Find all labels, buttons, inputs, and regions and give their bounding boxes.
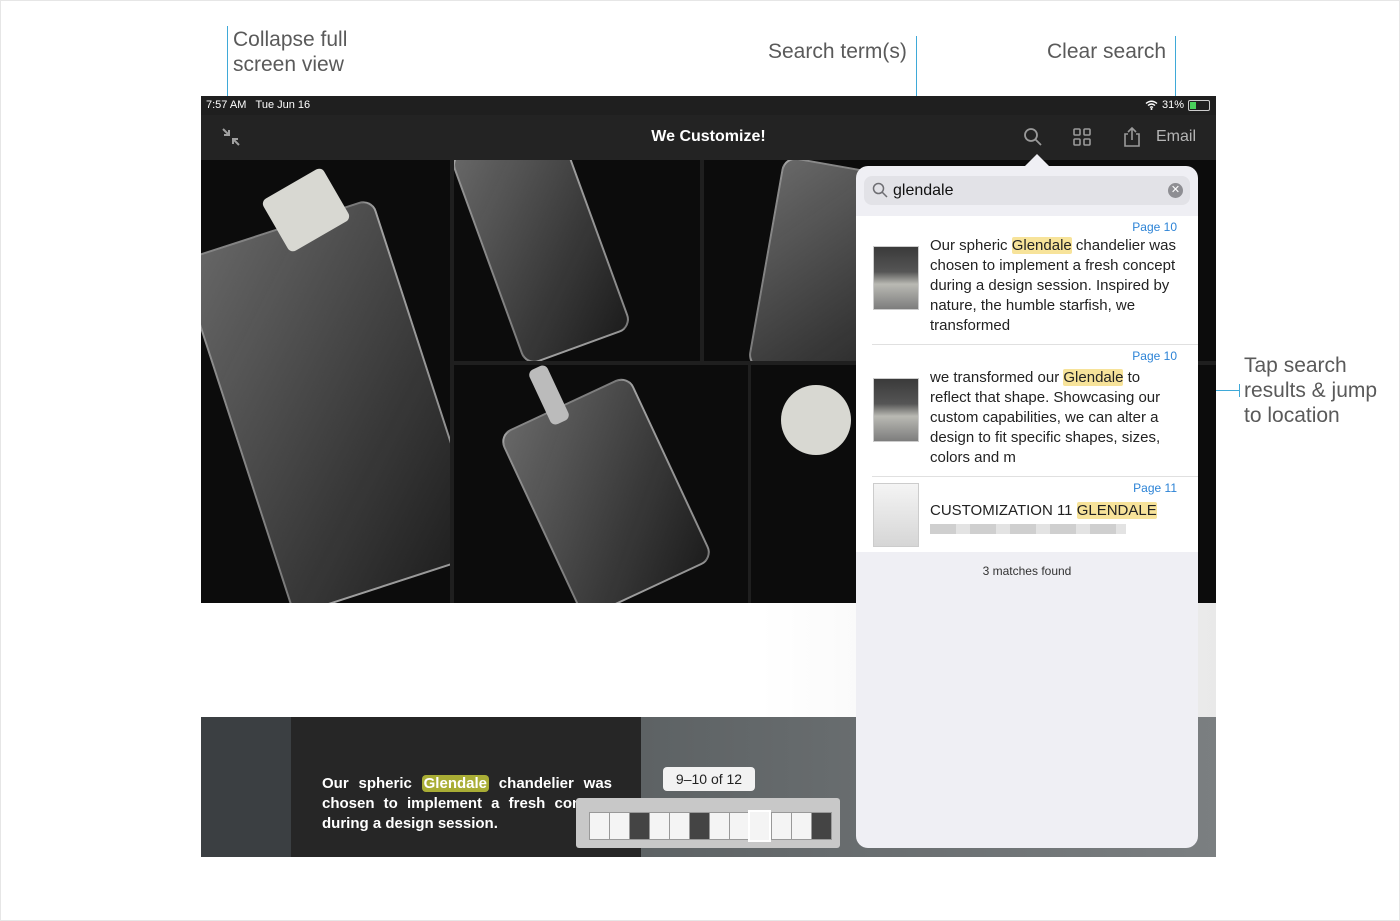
page-thumbnail[interactable] xyxy=(669,812,690,840)
page-thumbnail[interactable] xyxy=(689,812,710,840)
page-thumbnail[interactable] xyxy=(589,812,610,840)
page-thumbnail[interactable] xyxy=(649,812,670,840)
battery-percent: 31% xyxy=(1161,99,1184,111)
ipad-screen: 7:57 AM Tue Jun 16 31% We Customize! Ema… xyxy=(201,96,1216,857)
page-thumbnail[interactable] xyxy=(629,812,650,840)
clear-search-icon[interactable]: ✕ xyxy=(1168,183,1183,198)
status-time-date: 7:57 AM Tue Jun 16 xyxy=(206,99,310,111)
page-thumbnail[interactable] xyxy=(709,812,730,840)
annotation-search-terms: Search term(s) xyxy=(768,40,907,63)
search-icon[interactable] xyxy=(1021,125,1045,149)
annotation-tap-results-line3: to location xyxy=(1244,404,1340,427)
status-time: 7:57 AM xyxy=(206,99,247,111)
annotation-collapse-line1: Collapse full xyxy=(233,28,348,51)
email-button[interactable]: Email xyxy=(1156,128,1196,146)
search-popover: ✕ Page 10 Our spheric Glendale chandelie… xyxy=(856,166,1198,848)
search-input[interactable] xyxy=(891,179,1165,203)
page-thumbnail[interactable] xyxy=(609,812,630,840)
caption-highlight: Glendale xyxy=(421,775,489,792)
toolbar: We Customize! Email xyxy=(201,115,1216,160)
page-thumbnail[interactable] xyxy=(771,812,792,840)
search-result[interactable]: Page 10 Our spheric Glendale chandelier … xyxy=(856,216,1198,344)
page-caption: Our spheric Glendale chandelier was chos… xyxy=(322,774,612,834)
page-thumbnail[interactable] xyxy=(811,812,832,840)
result-highlight: Glendale xyxy=(1063,369,1124,386)
glass-shade-image xyxy=(497,374,715,603)
result-page-label: Page 10 xyxy=(1132,349,1177,363)
popover-arrow xyxy=(1025,154,1049,166)
search-result[interactable]: Page 11 CUSTOMIZATION 11 GLENDALE xyxy=(856,477,1198,552)
result-highlight: Glendale xyxy=(1011,237,1072,254)
result-thumbnail xyxy=(873,378,919,442)
wifi-icon xyxy=(1145,100,1158,110)
result-page-label: Page 11 xyxy=(1133,481,1177,495)
result-text: we transformed our Glendale to reflect t… xyxy=(930,368,1176,468)
grid-icon[interactable] xyxy=(1070,125,1094,149)
search-results-list: Page 10 Our spheric Glendale chandelier … xyxy=(856,216,1198,552)
share-icon[interactable] xyxy=(1120,125,1144,149)
result-text: Our spheric Glendale chandelier was chos… xyxy=(930,236,1176,336)
annotation-line-results-tick xyxy=(1239,384,1240,397)
bulb-cap-image xyxy=(781,385,851,455)
annotation-tap-results: Tap search results & jump to location xyxy=(1244,353,1377,428)
bottom-left-panel xyxy=(201,717,291,857)
page-indicator: 9–10 of 12 xyxy=(663,767,755,791)
result-text-before: Our spheric xyxy=(930,237,1012,254)
annotation-tap-results-line2: results & jump xyxy=(1244,379,1378,402)
result-text-before: we transformed our xyxy=(930,369,1064,386)
search-field: ✕ xyxy=(864,176,1190,205)
status-date: Tue Jun 16 xyxy=(255,99,311,111)
caption-text-before: Our spheric xyxy=(322,775,422,792)
battery-icon xyxy=(1188,99,1210,111)
status-bar: 7:57 AM Tue Jun 16 31% xyxy=(201,96,1216,115)
photo-panel-left xyxy=(201,160,450,603)
annotation-collapse-line2: screen view xyxy=(233,53,344,76)
annotation-clear-search: Clear search xyxy=(1047,40,1167,63)
result-blurred-text xyxy=(930,524,1126,534)
document-title: We Customize! xyxy=(651,128,766,145)
result-highlight: GLENDALE xyxy=(1076,502,1157,519)
photo-panel-bottom-middle xyxy=(454,365,748,603)
glass-shade-image xyxy=(454,160,633,361)
matches-count: 3 matches found xyxy=(982,564,1072,578)
result-thumbnail xyxy=(873,483,919,547)
status-right: 31% xyxy=(1145,99,1210,111)
page-thumbnail[interactable] xyxy=(791,812,812,840)
page-thumbnail[interactable] xyxy=(729,812,750,840)
search-icon xyxy=(872,182,888,198)
photo-panel-top-middle xyxy=(454,160,700,361)
result-page-label: Page 10 xyxy=(1132,220,1177,234)
page-thumbnail-strip[interactable] xyxy=(576,798,840,848)
annotation-collapse: Collapse full screen view xyxy=(233,27,347,77)
annotation-tap-results-line1: Tap search xyxy=(1244,354,1347,377)
result-text-before: CUSTOMIZATION 11 xyxy=(930,502,1077,519)
glass-shade-image xyxy=(201,197,450,603)
result-thumbnail xyxy=(873,246,919,310)
page-thumbnail-selected[interactable] xyxy=(748,810,771,842)
result-text: CUSTOMIZATION 11 GLENDALE xyxy=(930,501,1176,521)
search-result[interactable]: Page 10 we transformed our Glendale to r… xyxy=(856,345,1198,476)
